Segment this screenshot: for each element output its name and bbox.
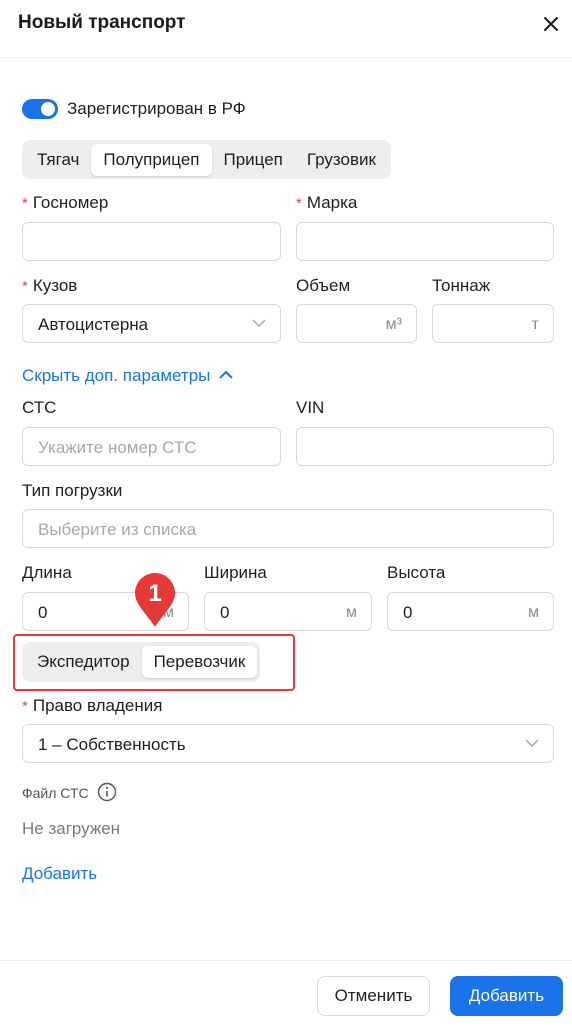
tonnazh-unit: т bbox=[531, 316, 539, 333]
vin-label: VIN bbox=[296, 398, 325, 417]
length-label: Длина bbox=[22, 563, 72, 582]
sts-input[interactable]: Укажите номер СТС bbox=[22, 427, 281, 466]
height-input[interactable]: 0 м bbox=[387, 592, 554, 631]
height-unit: м bbox=[528, 604, 539, 621]
tab-pritsep[interactable]: Прицеп bbox=[212, 144, 295, 176]
tonnazh-input[interactable]: т bbox=[432, 304, 554, 343]
close-icon[interactable] bbox=[540, 13, 562, 35]
obem-label: Объем bbox=[296, 276, 351, 295]
ownership-select[interactable]: 1 – Собственность bbox=[22, 724, 554, 763]
gosnomer-label: * Госномер bbox=[22, 193, 109, 212]
kuzov-label: * Кузов bbox=[22, 276, 78, 295]
chevron-down-icon bbox=[252, 319, 266, 328]
submit-button[interactable]: Добавить bbox=[450, 976, 563, 1016]
sts-placeholder: Укажите номер СТС bbox=[38, 438, 197, 457]
chevron-up-icon bbox=[219, 370, 233, 379]
annotation-marker: 1 bbox=[135, 573, 175, 627]
gosnomer-input[interactable] bbox=[22, 222, 281, 261]
marka-input[interactable] bbox=[296, 222, 554, 261]
add-file-link[interactable]: Добавить bbox=[22, 864, 97, 884]
height-label: Высота bbox=[387, 563, 446, 582]
vehicle-type-tabs: Тягач Полуприцеп Прицеп Грузовик bbox=[22, 140, 391, 179]
obem-input[interactable]: м³ bbox=[296, 304, 417, 343]
obem-unit: м³ bbox=[385, 316, 402, 333]
dialog-header: Новый транспорт bbox=[0, 0, 572, 58]
tab-gruzovik[interactable]: Грузовик bbox=[295, 144, 388, 176]
cancel-button[interactable]: Отменить bbox=[317, 976, 430, 1016]
ownership-value: 1 – Собственность bbox=[38, 735, 186, 754]
tab-polupritsep[interactable]: Полуприцеп bbox=[91, 143, 212, 176]
hide-params-link[interactable]: Скрыть доп. параметры bbox=[22, 366, 233, 386]
kuzov-select[interactable]: Автоцистерна bbox=[22, 304, 281, 343]
loading-type-select[interactable]: Выберите из списка bbox=[22, 509, 554, 548]
info-icon[interactable] bbox=[97, 782, 117, 802]
file-status: Не загружен bbox=[22, 819, 121, 838]
tab-tyagach[interactable]: Тягач bbox=[25, 144, 91, 176]
tonnazh-label: Тоннаж bbox=[432, 276, 491, 295]
annotation-marker-number: 1 bbox=[148, 580, 161, 607]
sts-label: СТС bbox=[22, 398, 57, 417]
ownership-label: * Право владения bbox=[22, 696, 163, 715]
width-unit: м bbox=[346, 604, 357, 621]
length-value: 0 bbox=[38, 603, 48, 622]
registered-toggle[interactable] bbox=[22, 99, 58, 119]
kuzov-value: Автоцистерна bbox=[38, 315, 149, 334]
loading-type-placeholder: Выберите из списка bbox=[38, 520, 197, 539]
marka-label: * Марка bbox=[296, 193, 358, 212]
dialog-title: Новый транспорт bbox=[18, 12, 186, 33]
height-value: 0 bbox=[403, 603, 413, 622]
loading-type-label: Тип погрузки bbox=[22, 481, 123, 500]
annotation-highlight-box bbox=[13, 634, 295, 691]
registered-toggle-label: Зарегистрирован в РФ bbox=[67, 99, 246, 118]
width-label: Ширина bbox=[204, 563, 267, 582]
width-input[interactable]: 0 м bbox=[204, 592, 372, 631]
chevron-down-icon bbox=[525, 739, 539, 748]
width-value: 0 bbox=[220, 603, 230, 622]
vin-input[interactable] bbox=[296, 427, 554, 466]
file-sts-label: Файл СТС bbox=[22, 785, 89, 801]
